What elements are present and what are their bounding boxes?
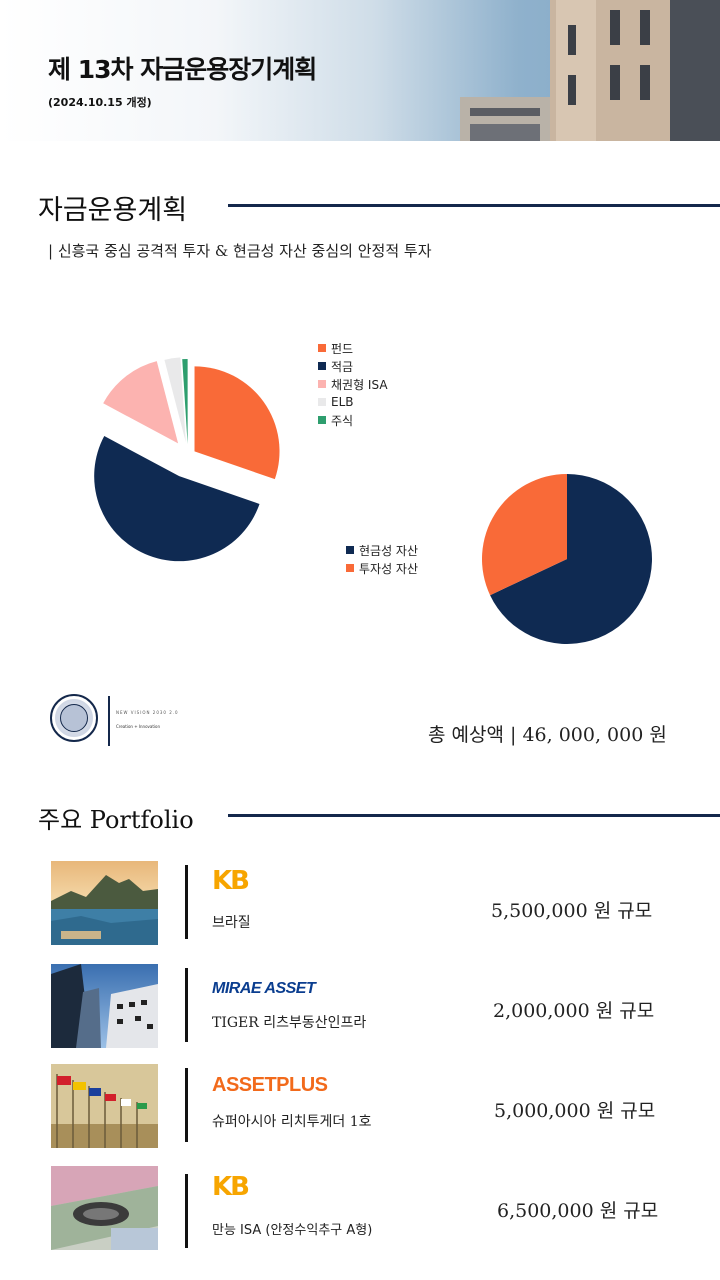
mirae-asset-logo: MIRAE ASSET — [212, 980, 316, 997]
portfolio-thumbnail-brazil — [51, 861, 158, 945]
portfolio-divider — [185, 1068, 188, 1142]
legend-swatch — [318, 416, 326, 424]
portfolio-divider — [185, 968, 188, 1042]
legend-swatch — [318, 398, 326, 406]
seal-emblem — [60, 704, 88, 732]
organization-logo: NEW VISION 2030 2.0 Creation + Innovatio… — [50, 694, 220, 748]
legend-swatch — [346, 546, 354, 554]
legend-item-investment-assets: 투자성 자산 — [346, 559, 418, 577]
portfolio-name: 슈퍼아시아 리치투게더 1호 — [212, 1114, 372, 1130]
seal-icon — [50, 694, 98, 742]
legend-label: 현금성 자산 — [359, 543, 419, 558]
logo-divider — [108, 696, 110, 746]
legend-item-stock: 주식 — [318, 411, 388, 429]
portfolio-title-rule — [228, 814, 720, 817]
portfolio-section-title: 주요 Portfolio — [38, 806, 194, 834]
legend-label: 채권형 ISA — [331, 377, 388, 392]
portfolio-amount: 5,500,000 원 규모 — [491, 900, 653, 922]
logo-text-line1: NEW VISION 2030 2.0 — [116, 710, 179, 715]
legend-item-savings: 적금 — [318, 357, 388, 375]
legend-label: 펀드 — [331, 341, 354, 356]
legend-label: 적금 — [331, 359, 354, 374]
portfolio-amount: 6,500,000 원 규모 — [497, 1200, 659, 1222]
portfolio-name: TIGER 리츠부동산인프라 — [212, 1015, 367, 1031]
legend-swatch — [318, 344, 326, 352]
legend-label: ELB — [331, 395, 354, 409]
portfolio-amount: 5,000,000 원 규모 — [494, 1100, 656, 1122]
kb-logo: KB — [212, 1172, 250, 1202]
portfolio-amount: 2,000,000 원 규모 — [493, 1000, 655, 1022]
assetplus-logo: ASSETPLUS — [212, 1074, 328, 1096]
total-estimate: 총 예상액 | 46, 000, 000 원 — [428, 724, 667, 746]
portfolio-thumbnail-isa — [51, 1166, 158, 1250]
legend-item-cash-assets: 현금성 자산 — [346, 541, 418, 559]
portfolio-divider — [185, 865, 188, 939]
legend-item-bond-isa: 채권형 ISA — [318, 375, 388, 393]
legend-swatch — [318, 362, 326, 370]
logo-text-line2: Creation + Innovation — [116, 724, 160, 729]
legend-item-elb: ELB — [318, 393, 388, 411]
legend-label: 투자성 자산 — [359, 561, 419, 576]
portfolio-thumbnail-asia — [51, 1064, 158, 1148]
kb-logo: KB — [212, 866, 250, 896]
portfolio-name: 만능 ISA (안정수익추구 A형) — [212, 1223, 373, 1238]
portfolio-divider — [185, 1174, 188, 1248]
pie1-slice-0 — [194, 366, 280, 480]
pie1-legend: 펀드 적금 채권형 ISA ELB 주식 — [318, 339, 388, 429]
legend-item-fund: 펀드 — [318, 339, 388, 357]
pie2-legend: 현금성 자산 투자성 자산 — [346, 541, 418, 577]
legend-swatch — [318, 380, 326, 388]
pie1-slice-2 — [103, 361, 179, 444]
legend-label: 주식 — [331, 413, 354, 428]
legend-swatch — [346, 564, 354, 572]
portfolio-thumbnail-reits — [51, 964, 158, 1048]
portfolio-name: 브라질 — [212, 915, 251, 931]
